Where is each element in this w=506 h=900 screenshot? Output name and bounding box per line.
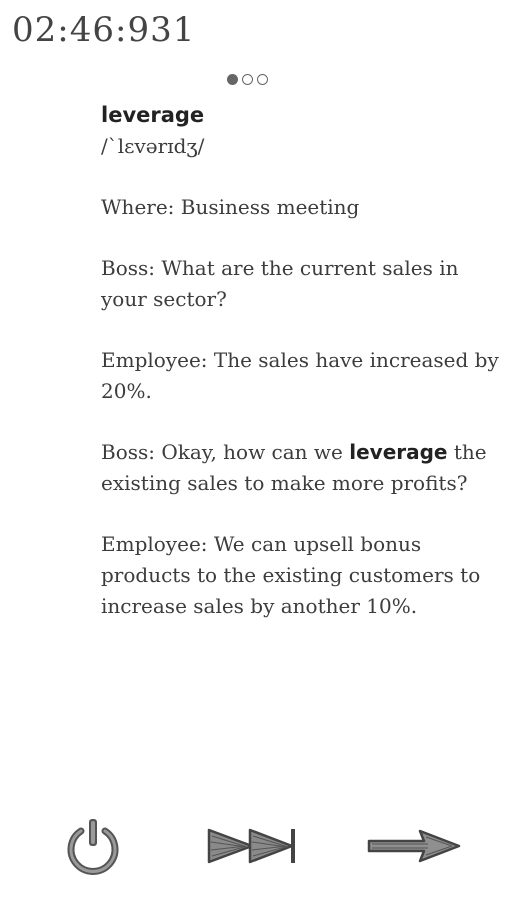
phonetic-transcription: /`lɛvərɪdʒ/ <box>101 134 205 158</box>
vocabulary-word: leverage <box>101 103 205 127</box>
bottom-controls <box>0 810 506 880</box>
dialogue-line-1: Boss: What are the current sales in your… <box>101 256 459 311</box>
dialogue-line-2: Employee: The sales have increased by 20… <box>101 348 499 403</box>
dialogue-line-4: Employee: We can upsell bonus products t… <box>101 532 481 618</box>
page-dot-3 <box>257 74 268 85</box>
fast-forward-icon <box>207 828 295 864</box>
timer-display: 02:46:931 <box>12 10 196 50</box>
context-where: Where: Business meeting <box>101 195 360 219</box>
power-button[interactable] <box>62 815 124 879</box>
highlighted-word: leverage <box>349 440 448 464</box>
page-indicator <box>227 74 268 85</box>
page-dot-2 <box>242 74 253 85</box>
right-arrow-icon <box>367 829 461 863</box>
skip-button[interactable] <box>206 824 300 868</box>
dialogue-line-3: Boss: Okay, how can we leverage the exis… <box>101 437 501 499</box>
dialogue-line-3-start: Boss: Okay, how can we <box>101 440 350 464</box>
power-icon <box>67 819 119 875</box>
page-dot-1 <box>227 74 238 85</box>
next-button[interactable] <box>366 828 462 864</box>
vocabulary-card: leverage /`lɛvərɪdʒ/ Where: Business mee… <box>101 100 501 622</box>
